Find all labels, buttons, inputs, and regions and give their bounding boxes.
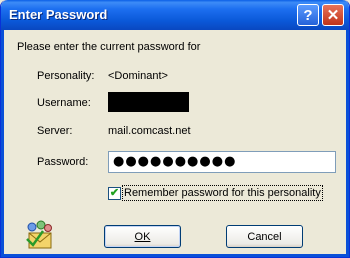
- window-frame-left: [1, 30, 4, 257]
- password-label: Password:: [37, 156, 89, 168]
- help-icon: ?: [303, 6, 313, 24]
- help-button[interactable]: ?: [297, 4, 319, 26]
- ok-button[interactable]: OK: [104, 225, 181, 248]
- close-button[interactable]: ✕: [322, 4, 344, 26]
- cancel-button-label: Cancel: [247, 230, 282, 243]
- enter-password-dialog: Enter Password ? ✕ Please enter the curr…: [0, 0, 350, 258]
- server-label: Server:: [37, 125, 73, 137]
- check-icon: ✔: [109, 187, 120, 199]
- prompt-text: Please enter the current password for: [17, 41, 201, 53]
- window-frame-bottom: [1, 254, 349, 257]
- username-value-redacted: [108, 92, 189, 112]
- eudora-mail-icon: [26, 220, 52, 249]
- title-bar[interactable]: Enter Password ? ✕: [1, 0, 349, 30]
- remember-password-label[interactable]: Remember password for this personality: [122, 185, 323, 201]
- username-label: Username:: [37, 97, 91, 109]
- server-value: mail.comcast.net: [108, 125, 191, 137]
- ok-button-label: OK: [134, 230, 151, 243]
- window-frame-right: [346, 30, 349, 257]
- personality-label: Personality:: [37, 70, 95, 82]
- remember-password-checkbox[interactable]: ✔: [108, 187, 121, 200]
- close-icon: ✕: [326, 7, 340, 24]
- window-title: Enter Password: [9, 7, 108, 22]
- personality-value: <Dominant>: [108, 70, 168, 82]
- password-field[interactable]: ●●●●●●●●●●: [108, 151, 336, 173]
- cancel-button[interactable]: Cancel: [226, 225, 303, 248]
